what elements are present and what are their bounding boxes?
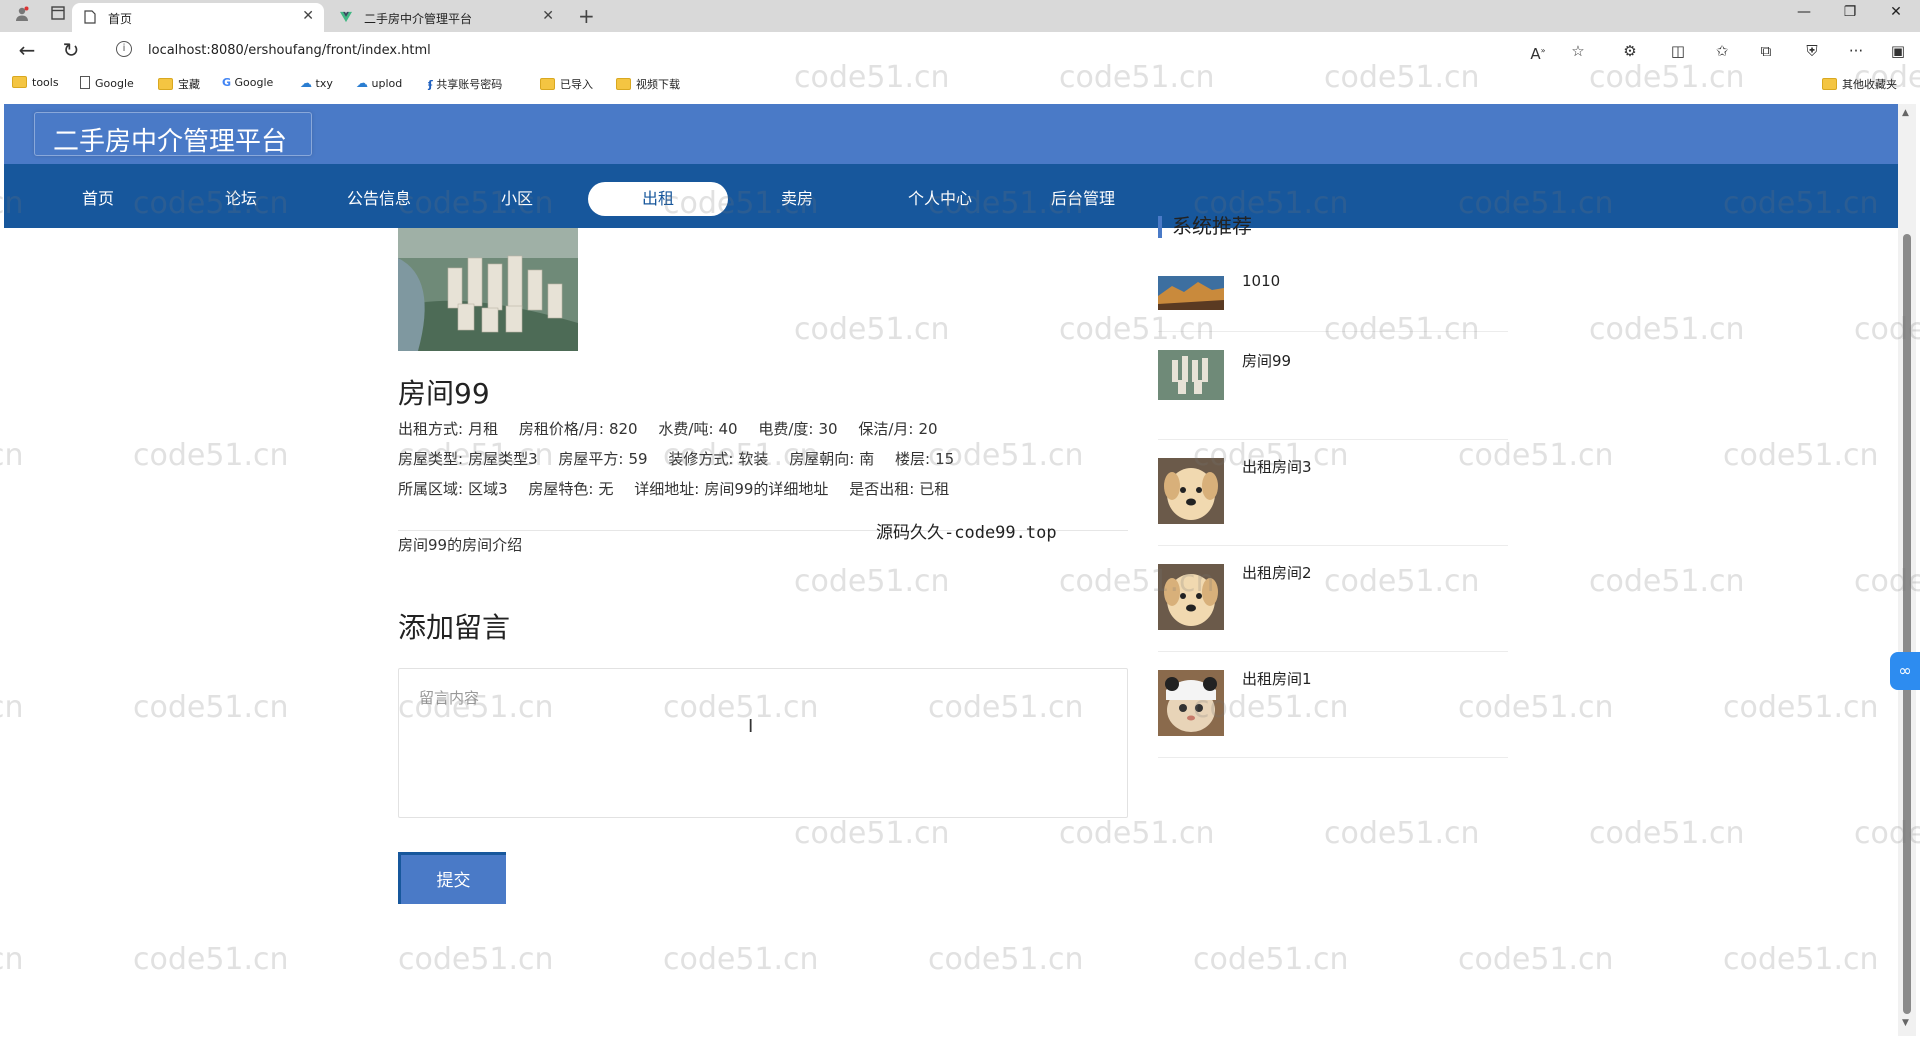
more-icon[interactable]: ··· [1846,41,1866,61]
close-icon[interactable]: ✕ [302,8,314,24]
extension-shield-icon[interactable]: ⛨ [1802,41,1822,61]
address-bar: ← ↻ i localhost:8080/ershoufang/front/in… [0,32,1920,70]
tab-title: 首页 [108,12,133,26]
extensions-icon[interactable]: ⚙ [1620,41,1640,61]
bookmark-video-download[interactable]: 视频下载 [616,76,680,92]
recommend-name: 1010 [1242,272,1281,290]
favorite-star-icon[interactable]: ☆ [1568,41,1588,61]
folder-icon [158,78,173,90]
site-logo[interactable]: 二手房中介管理平台 [34,112,312,157]
folder-icon [540,78,555,90]
recommend-name: 出租房间2 [1242,564,1312,582]
minimize-icon[interactable]: — [1784,4,1824,20]
text-cursor-icon: I [748,716,754,737]
info-row-2: 房屋类型: 房屋类型3 房屋平方: 59 装修方式: 软装 房屋朝向: 南 楼层: 15 [398,450,955,468]
submit-button[interactable]: 提交 [398,852,506,904]
tab-title: 二手房中介管理平台 [364,12,473,26]
folder-icon [1822,78,1837,90]
read-aloud-icon[interactable]: A» [1528,41,1548,63]
nav-announcements[interactable]: 公告信息 [309,182,449,216]
bookmark-google-2[interactable]: G Google [222,76,273,89]
recommend-thumb-building [1158,350,1224,400]
nav-community[interactable]: 小区 [447,182,587,216]
site-header: 二手房中介管理平台 [4,104,1900,164]
bookmark-google[interactable]: Google [80,76,134,90]
folder-icon [12,76,27,88]
profile-icon[interactable] [12,6,32,26]
bookmark-treasure[interactable]: 宝藏 [158,76,200,92]
recommend-thumb-mountain [1158,276,1224,310]
site-title: 二手房中介管理平台 [53,127,288,157]
collections-icon[interactable]: ⧉ [1756,41,1776,61]
add-message-title: 添加留言 [398,611,511,644]
google-icon: G [222,76,232,89]
bookmark-txy[interactable]: ☁ txy [300,76,333,90]
favorites-icon[interactable]: ✩ [1712,41,1732,61]
nav-admin[interactable]: 后台管理 [1013,182,1153,216]
cloud-icon: ☁ [356,76,368,90]
bookmarks-bar: tools Google 宝藏 G Google ☁ txy ☁ uplod ʄ… [0,70,1920,100]
main-nav: 首页 论坛 公告信息 小区 出租 卖房 个人中心 后台管理 [4,164,1900,228]
info-row-3: 所属区域: 区域3 房屋特色: 无 详细地址: 房间99的详细地址 是否出租: 已租 [398,480,950,498]
browser-tab-bar: 首页 ✕ 二手房中介管理平台 ✕ + — ❐ ✕ [0,0,1920,32]
recommend-thumb-dog [1158,458,1224,524]
recommend-item[interactable]: 房间99 [1158,350,1508,440]
recommend-thumb-dog [1158,564,1224,630]
nav-personal-center[interactable]: 个人中心 [870,182,1010,216]
recommend-title: 系统推荐 [1158,216,1252,238]
refresh-icon[interactable]: ↻ [56,38,86,62]
scroll-thumb[interactable] [1903,234,1911,1014]
close-icon[interactable]: ✕ [542,8,554,24]
vue-icon [340,11,352,23]
floating-assistant-icon[interactable]: ∞ [1890,652,1920,690]
recommend-name: 出租房间3 [1242,458,1312,476]
bookmark-imported[interactable]: 已导入 [540,76,593,92]
recommend-thumb-cat [1158,670,1224,736]
page-scrollbar[interactable]: ▲ ▼ [1898,104,1916,1036]
window-close-icon[interactable]: ✕ [1876,4,1916,20]
app-icon: ʄ [428,78,433,91]
message-placeholder: 留言内容 [419,689,480,707]
info-icon[interactable]: i [116,41,132,57]
scroll-down-icon[interactable]: ▼ [1902,1018,1909,1028]
recommend-name: 房间99 [1242,352,1292,370]
bookmark-shared-accounts[interactable]: ʄ 共享账号密码 [428,76,502,92]
nav-rent[interactable]: 出租 [588,182,728,216]
nav-sell[interactable]: 卖房 [727,182,867,216]
restore-icon[interactable]: ❐ [1830,4,1870,20]
page-icon [84,10,96,24]
message-input[interactable]: 留言内容 [398,668,1128,818]
tab-platform[interactable]: 二手房中介管理平台 ✕ [328,3,564,32]
new-tab-icon[interactable]: + [578,4,595,28]
nav-forum[interactable]: 论坛 [171,182,311,216]
bookmark-tools[interactable]: tools [12,76,59,89]
url-text: localhost:8080/ershoufang/front/index.ht… [148,43,431,58]
tab-home[interactable]: 首页 ✕ [72,3,324,32]
bookmark-uplod[interactable]: ☁ uplod [356,76,402,90]
back-icon[interactable]: ← [12,38,42,62]
sidebar-toggle-icon[interactable]: ▣ [1888,41,1908,61]
workspaces-icon[interactable] [48,6,68,26]
recommend-name: 出租房间1 [1242,670,1312,688]
recommend-item[interactable]: 1010 [1158,272,1508,332]
house-title: 房间99 [398,377,490,410]
recommend-item[interactable]: 出租房间3 [1158,440,1508,546]
overlay-watermark-text: 源码久久-code99.top [876,523,1057,543]
house-image [398,228,578,351]
folder-icon [616,78,631,90]
info-row-1: 出租方式: 月租 房租价格/月: 820 水费/吨: 40 电费/度: 30 保洁/月:… [398,420,938,438]
url-field[interactable]: i localhost:8080/ershoufang/front/index.… [110,36,1640,66]
nav-home[interactable]: 首页 [28,182,168,216]
document-icon [80,76,90,89]
web-page: 二手房中介管理平台 首页 论坛 公告信息 小区 出租 卖房 个人中心 后台管理 … [4,104,1900,1036]
scroll-up-icon[interactable]: ▲ [1902,108,1909,118]
cloud-icon: ☁ [300,76,312,90]
recommend-item[interactable]: 出租房间2 [1158,546,1508,652]
bookmark-other-favorites[interactable]: 其他收藏夹 [1822,76,1897,92]
split-screen-icon[interactable]: ◫ [1668,41,1688,61]
house-intro: 房间99的房间介绍 [398,536,523,554]
recommend-item[interactable]: 出租房间1 [1158,652,1508,758]
